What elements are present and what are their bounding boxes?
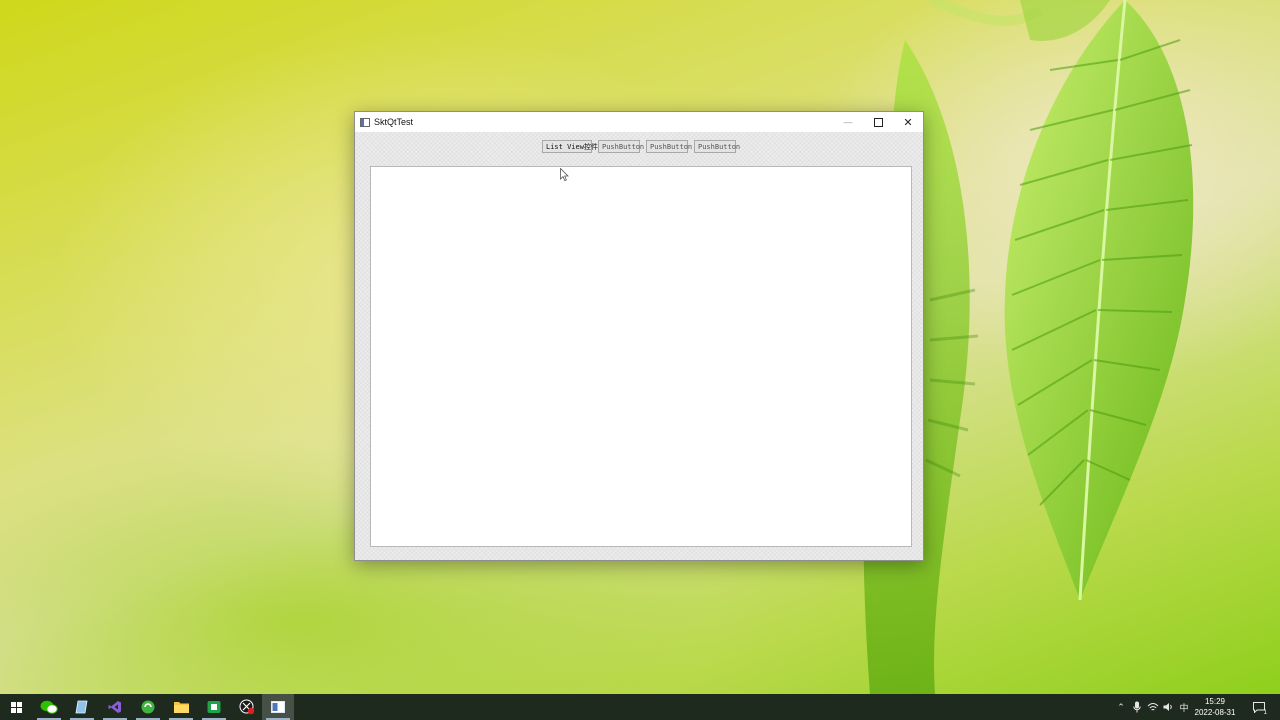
window-title: SktQtTest bbox=[374, 117, 414, 127]
minimize-icon: — bbox=[843, 117, 853, 127]
minimize-button[interactable]: — bbox=[833, 112, 863, 132]
taskbar-sktqttest[interactable] bbox=[262, 694, 294, 720]
chevron-up-icon: ⌃ bbox=[1117, 701, 1125, 712]
browser-icon bbox=[141, 700, 155, 714]
clock-time: 15:29 bbox=[1204, 697, 1226, 706]
start-icon bbox=[10, 701, 22, 713]
show-hidden-icons-button[interactable]: ⌃ bbox=[1114, 694, 1128, 720]
taskbar-visual-studio[interactable] bbox=[99, 694, 131, 720]
wechat-icon bbox=[40, 700, 58, 714]
notification-count: 1 bbox=[1263, 710, 1267, 716]
client-area: List View控件 PushButton PushButton PushBu… bbox=[355, 132, 923, 560]
file-explorer-icon bbox=[173, 702, 189, 713]
taskbar: ⌃ 中 15:29 2022-08-31 1 bbox=[0, 694, 1280, 720]
mouse-cursor-icon bbox=[560, 168, 569, 182]
system-clock[interactable]: 15:29 2022-08-31 bbox=[1190, 696, 1240, 718]
taskbar-terminal[interactable] bbox=[198, 694, 230, 720]
sktqttest-app-icon bbox=[271, 701, 285, 713]
title-bar[interactable]: SktQtTest — ✕ bbox=[355, 112, 923, 132]
push-button-3[interactable]: PushButton bbox=[694, 140, 740, 153]
taskbar-browser[interactable] bbox=[132, 694, 164, 720]
action-center-button[interactable]: 1 bbox=[1250, 694, 1268, 720]
record-icon bbox=[239, 699, 255, 715]
maximize-button[interactable] bbox=[863, 112, 893, 132]
push-button-2[interactable]: PushButton bbox=[646, 140, 692, 153]
clock-date: 2022-08-31 bbox=[1194, 708, 1236, 717]
microphone-icon bbox=[1133, 701, 1141, 713]
close-icon: ✕ bbox=[903, 116, 913, 129]
app-window-icon bbox=[360, 117, 370, 127]
taskbar-recorder[interactable] bbox=[231, 694, 263, 720]
ime-indicator[interactable]: 中 bbox=[1177, 694, 1191, 720]
start-button[interactable] bbox=[0, 694, 32, 720]
maximize-icon bbox=[873, 117, 883, 127]
taskbar-file-explorer[interactable] bbox=[165, 694, 197, 720]
notepad-icon bbox=[75, 700, 88, 714]
close-button[interactable]: ✕ bbox=[893, 112, 923, 132]
terminal-icon bbox=[207, 701, 221, 713]
taskbar-wechat[interactable] bbox=[33, 694, 65, 720]
wifi-icon bbox=[1147, 703, 1159, 711]
push-button-1[interactable]: PushButton bbox=[598, 140, 644, 153]
tray-network[interactable] bbox=[1146, 694, 1160, 720]
list-view-button[interactable]: List View控件 bbox=[542, 140, 598, 153]
tray-volume[interactable] bbox=[1161, 694, 1175, 720]
speaker-icon bbox=[1163, 703, 1172, 711]
visual-studio-icon bbox=[108, 701, 121, 713]
tray-microphone[interactable] bbox=[1130, 694, 1144, 720]
list-view[interactable] bbox=[370, 166, 912, 547]
taskbar-notepad[interactable] bbox=[66, 694, 98, 720]
button-row: List View控件 PushButton PushButton PushBu… bbox=[355, 140, 923, 153]
sktqttest-window: SktQtTest — ✕ List View控件 PushButton Pus… bbox=[354, 111, 924, 561]
